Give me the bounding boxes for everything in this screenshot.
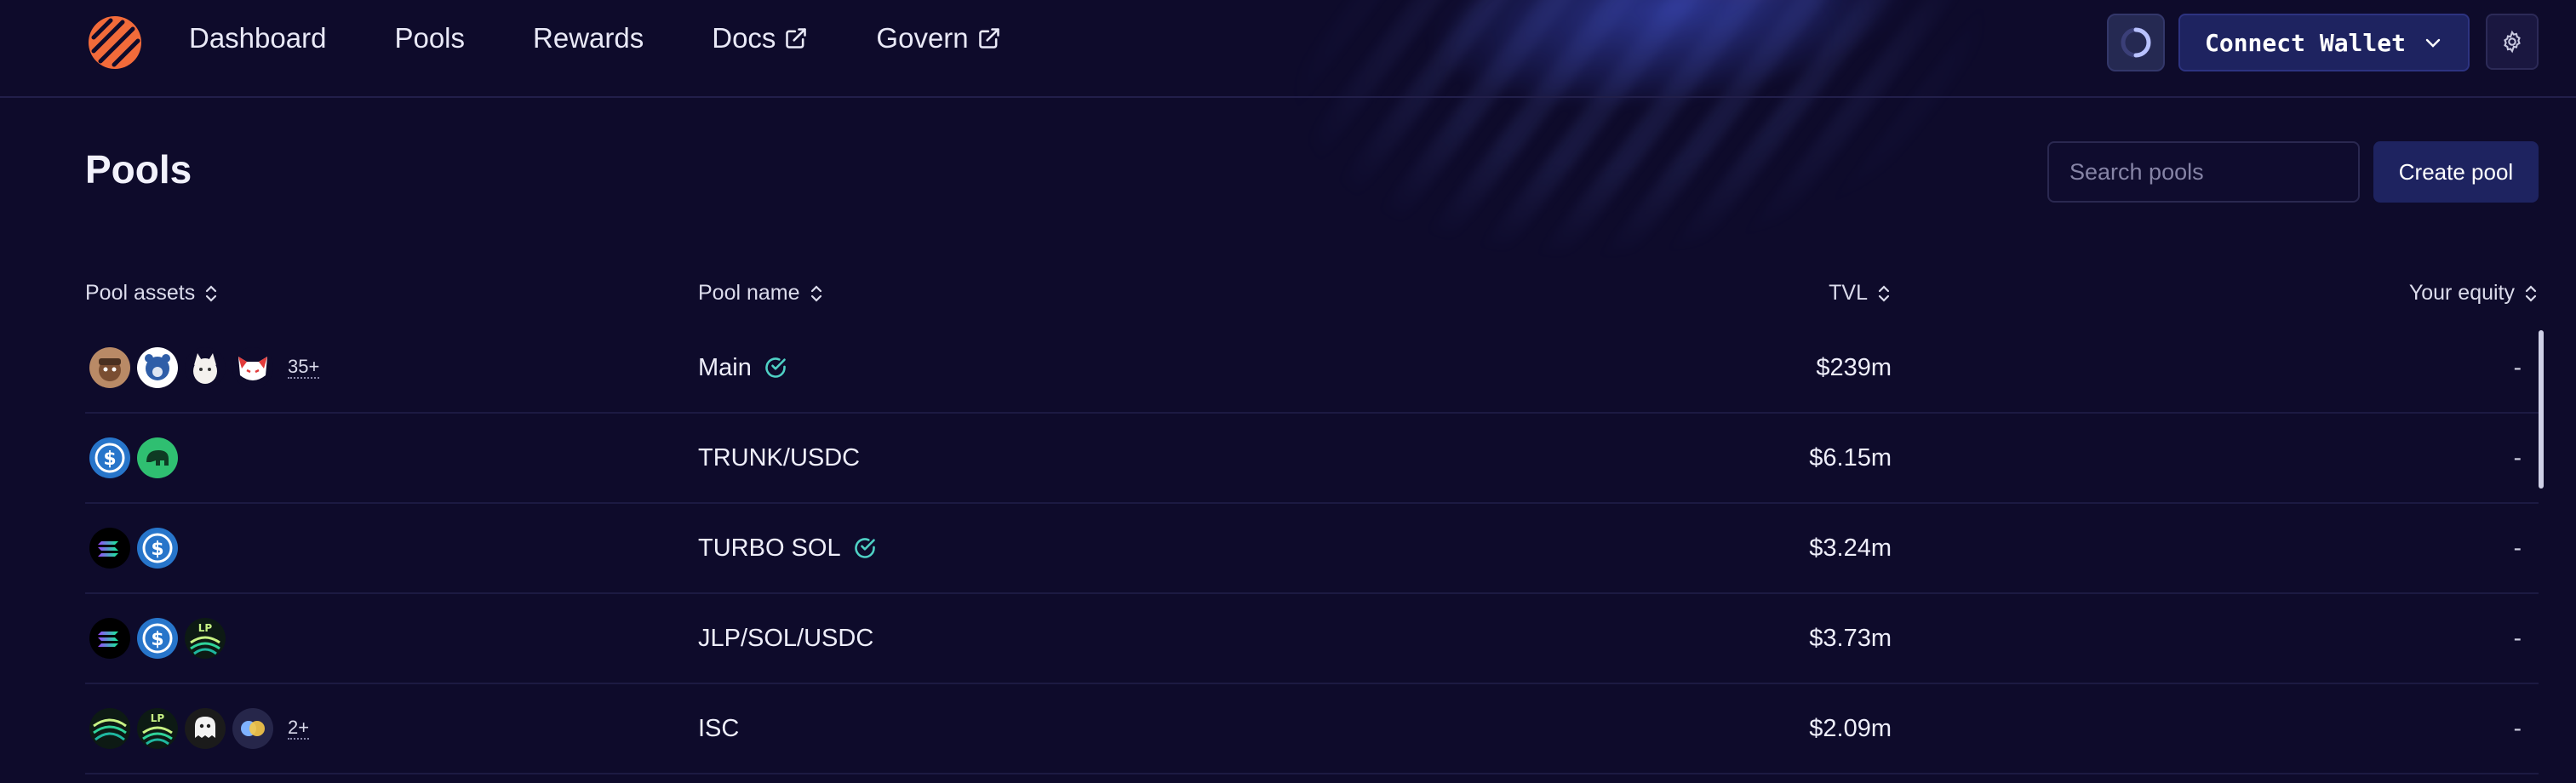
pool-name-cell: TRUNK/USDC [698, 414, 860, 502]
nav-rewards[interactable]: Rewards [533, 22, 644, 54]
pool-name: ISC [698, 714, 740, 742]
equity-value: - [2513, 534, 2522, 561]
usdc-icon: $ [137, 528, 178, 569]
page-title: Pools [85, 147, 192, 191]
pool-assets-cell: $ [89, 414, 184, 502]
main-nav: Dashboard Pools Rewards Docs Govern [189, 22, 1069, 54]
nav-dashboard[interactable]: Dashboard [189, 22, 326, 54]
green-swirl-token-icon [89, 708, 130, 749]
column-header-label: Pool assets [85, 281, 196, 305]
table-scrollbar[interactable] [2539, 330, 2544, 489]
sort-icon [206, 284, 217, 302]
equity-value: - [2513, 444, 2522, 471]
fox-mask-token-icon [232, 347, 273, 388]
trunk-icon [137, 437, 178, 478]
svg-text:LP: LP [151, 712, 165, 724]
column-header-pool-name[interactable]: Pool name [698, 281, 824, 306]
settings-button[interactable] [2486, 14, 2539, 70]
table-row[interactable]: LP 2+ ISC $2.09m - [85, 684, 2539, 774]
more-assets-badge[interactable]: 35+ [288, 357, 320, 379]
svg-text:LP: LP [198, 622, 213, 634]
gear-icon [2504, 30, 2521, 54]
column-header-label: Pool name [698, 281, 800, 305]
sol-icon [89, 618, 130, 659]
table-row[interactable]: 35+ Main $239m - [85, 323, 2539, 414]
table-header: Pool assets Pool name TVL Your equity [85, 281, 2539, 323]
pool-name-cell: ISC [698, 684, 739, 773]
tvl-value: $2.09m [1809, 714, 1892, 742]
nav-dashboard-label: Dashboard [189, 22, 327, 54]
pool-assets-cell: LP 2+ [89, 684, 310, 773]
white-dog-token-icon [185, 347, 226, 388]
column-header-pool-assets[interactable]: Pool assets [85, 281, 219, 306]
column-header-your-equity[interactable]: Your equity [2409, 281, 2539, 306]
nav-rewards-label: Rewards [533, 22, 644, 54]
nav-govern-label: Govern [876, 22, 969, 54]
pool-assets-cell: $ LP [89, 594, 232, 683]
tvl-value: $239m [1816, 353, 1892, 381]
nav-pools[interactable]: Pools [394, 22, 465, 54]
search-input[interactable] [2047, 141, 2360, 203]
verified-check-icon [765, 357, 786, 378]
pool-name: Main [698, 353, 752, 381]
sort-icon [2525, 284, 2537, 302]
usdc-icon: $ [137, 618, 178, 659]
jlp-lp-icon: LP [137, 708, 178, 749]
equity-value: - [2513, 715, 2522, 741]
external-link-icon [786, 28, 807, 49]
ghost-token-icon [185, 708, 226, 749]
svg-text:$: $ [151, 629, 163, 650]
create-pool-button[interactable]: Create pool [2373, 141, 2539, 203]
svg-text:$: $ [103, 449, 116, 470]
table-row[interactable]: $ TURBO SOL $3.24m - [85, 504, 2539, 594]
table-row[interactable]: $ LP JLP/SOL/USDC $3.73m - [85, 594, 2539, 684]
connect-wallet-label: Connect Wallet [2204, 28, 2406, 57]
column-header-label: TVL [1829, 281, 1868, 305]
nav-govern[interactable]: Govern [876, 22, 1000, 54]
sort-icon [1878, 284, 1890, 302]
pools-table: Pool assets Pool name TVL Your equity 35… [85, 281, 2539, 774]
connect-wallet-button[interactable]: Connect Wallet [2178, 14, 2470, 71]
nav-docs[interactable]: Docs [712, 22, 808, 54]
sort-icon [810, 284, 821, 302]
tvl-value: $3.24m [1809, 534, 1892, 562]
table-row[interactable]: $ TRUNK/USDC $6.15m - [85, 414, 2539, 504]
top-navigation: Dashboard Pools Rewards Docs Govern Conn… [0, 0, 2576, 98]
usdc-icon: $ [89, 437, 130, 478]
equity-value: - [2513, 625, 2522, 651]
jlp-lp-icon: LP [185, 618, 226, 659]
transaction-status-button[interactable] [2107, 14, 2165, 71]
chevron-down-icon [2425, 38, 2441, 48]
equity-value: - [2513, 354, 2522, 380]
tvl-value: $6.15m [1809, 443, 1892, 472]
loading-spinner-icon [2121, 27, 2151, 58]
mascot-dog-token-icon [89, 347, 130, 388]
brand-logo-icon[interactable] [85, 15, 145, 70]
pool-name-cell: JLP/SOL/USDC [698, 594, 873, 683]
pool-name: TURBO SOL [698, 534, 841, 562]
svg-text:$: $ [151, 539, 163, 560]
nav-docs-label: Docs [712, 22, 776, 54]
pool-name-cell: TURBO SOL [698, 504, 877, 592]
nav-pools-label: Pools [394, 22, 466, 54]
tvl-value: $3.73m [1809, 624, 1892, 652]
column-header-label: Your equity [2408, 281, 2515, 305]
bear-token-icon [137, 347, 178, 388]
more-assets-badge[interactable]: 2+ [288, 717, 310, 740]
column-header-tvl[interactable]: TVL [1829, 281, 1892, 306]
dual-coin-token-icon [232, 708, 273, 749]
pool-name-cell: Main [698, 323, 787, 412]
external-link-icon [978, 28, 999, 49]
pool-assets-cell: $ [89, 504, 184, 592]
pool-name: TRUNK/USDC [698, 443, 861, 472]
pool-assets-cell: 35+ [89, 323, 320, 412]
pool-name: JLP/SOL/USDC [698, 624, 874, 652]
sol-icon [89, 528, 130, 569]
verified-check-icon [854, 538, 875, 558]
